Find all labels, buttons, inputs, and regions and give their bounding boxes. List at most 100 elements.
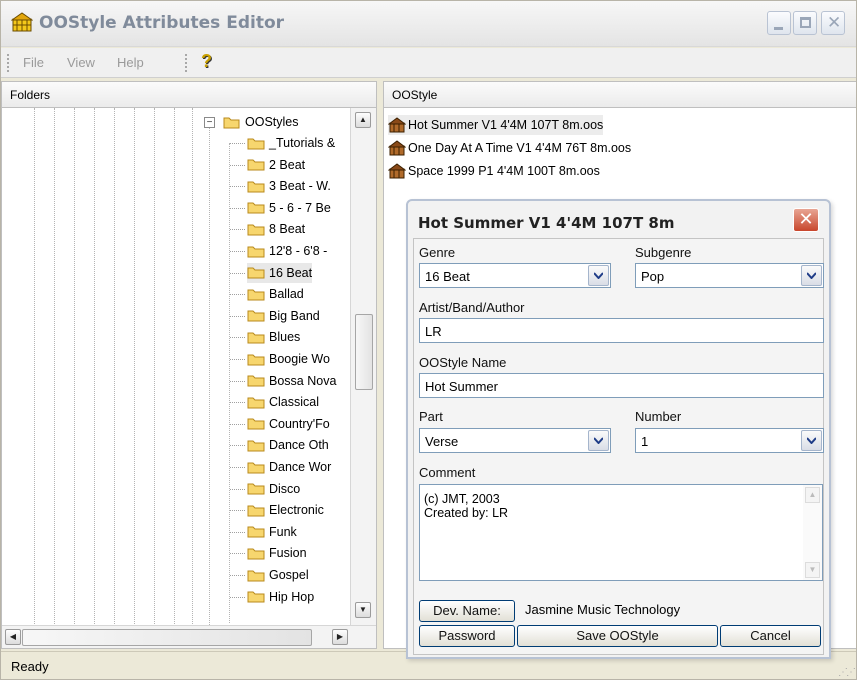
subgenre-select[interactable]: Pop <box>635 263 824 288</box>
tree-item[interactable]: Country'Fo <box>230 414 330 434</box>
maximize-button[interactable] <box>793 11 817 35</box>
chevron-down-icon[interactable] <box>801 430 822 451</box>
scroll-down-icon[interactable]: ▼ <box>805 562 820 578</box>
tree-connector <box>230 272 245 274</box>
tree-item[interactable]: Hip Hop <box>230 587 314 607</box>
genre-select[interactable]: 16 Beat <box>419 263 611 288</box>
menu-view[interactable]: View <box>67 55 95 70</box>
number-label: Number <box>635 409 682 424</box>
tree-item[interactable]: Fusion <box>230 543 307 563</box>
tree-item[interactable]: Dance Oth <box>230 435 329 455</box>
artist-value: LR <box>425 324 442 339</box>
folder-icon <box>247 547 265 560</box>
tree-item[interactable]: 3 Beat - W. <box>230 176 331 196</box>
tree-item-label: Dance Oth <box>269 438 329 453</box>
scroll-left-icon[interactable]: ◀ <box>5 629 21 645</box>
file-row[interactable]: One Day At A Time V1 4'4M 76T 8m.oos <box>388 138 631 158</box>
tree-connector <box>230 359 245 360</box>
scroll-thumb[interactable] <box>355 314 373 390</box>
menu-help[interactable]: Help <box>117 55 144 70</box>
number-select[interactable]: 1 <box>635 428 824 453</box>
artist-field[interactable]: LR <box>419 318 824 343</box>
tree-item[interactable]: 12'8 - 6'8 - <box>230 241 327 261</box>
oostyle-name-field[interactable]: Hot Summer <box>419 373 824 398</box>
resize-grip-icon[interactable]: ⋰⋰ <box>838 667 856 678</box>
scroll-down-icon[interactable]: ▼ <box>355 602 371 618</box>
chevron-down-icon[interactable] <box>588 265 609 286</box>
oostyle-name-label: OOStyle Name <box>419 355 507 370</box>
folder-icon <box>247 180 265 193</box>
folders-header[interactable]: Folders <box>1 81 377 108</box>
tree-item[interactable]: _Tutorials & <box>230 133 335 153</box>
tree-item[interactable]: Boogie Wo <box>230 349 330 369</box>
cancel-button[interactable]: Cancel <box>720 625 821 647</box>
tree-item[interactable]: 5 - 6 - 7 Be <box>230 198 331 218</box>
part-label: Part <box>419 409 443 424</box>
minimize-button[interactable] <box>767 11 791 35</box>
close-button[interactable]: ✕ <box>821 11 845 35</box>
tree-item[interactable]: Disco <box>230 479 300 499</box>
folders-vscrollbar[interactable]: ▲ ▼ <box>350 108 376 625</box>
hscroll-thumb[interactable] <box>22 629 312 646</box>
tree-item-root[interactable]: OOStyles <box>223 112 299 132</box>
tree-connector <box>230 337 245 339</box>
collapse-icon[interactable]: − <box>204 117 215 128</box>
tree-item[interactable]: Electronic <box>230 500 324 520</box>
chevron-down-icon[interactable] <box>801 265 822 286</box>
close-icon: ✕ <box>827 13 842 33</box>
folders-hscrollbar[interactable]: ◀ ▶ <box>2 625 376 648</box>
scroll-up-icon[interactable]: ▲ <box>805 487 820 503</box>
tree-connector <box>230 531 245 533</box>
comment-scrollbar[interactable]: ▲ ▼ <box>803 485 822 580</box>
dialog-close-button[interactable]: ✕ <box>793 208 819 232</box>
folders-pane: OOStyles − ▲ ▼ ◀ ▶ _Tutorials & 2 Beat 3 B… <box>1 108 377 649</box>
comment-textarea[interactable]: (c) JMT, 2003 Created by: LR ▲ ▼ <box>419 484 823 581</box>
folder-icon <box>247 309 265 322</box>
tree-item-label: Funk <box>269 524 297 539</box>
scroll-right-icon[interactable]: ▶ <box>332 629 348 645</box>
tree-item[interactable]: Gospel <box>230 565 309 585</box>
file-row[interactable]: Hot Summer V1 4'4M 107T 8m.oos <box>388 115 604 135</box>
toolbar-grip[interactable] <box>7 54 10 72</box>
help-question-icon[interactable]: ? <box>201 51 212 72</box>
tree-item[interactable]: Dance Wor <box>230 457 332 477</box>
oos-file-icon <box>388 163 406 179</box>
dev-name-button[interactable]: Dev. Name: <box>419 600 515 622</box>
folder-icon <box>247 417 265 430</box>
password-button[interactable]: Password <box>419 625 515 647</box>
tree-item[interactable]: 16 Beat <box>230 262 313 283</box>
scroll-up-icon[interactable]: ▲ <box>355 112 371 128</box>
folder-open-icon <box>223 116 241 129</box>
files-header[interactable]: OOStyle <box>383 81 856 108</box>
toolbar-grip[interactable] <box>185 54 188 72</box>
tree-item-label: Electronic <box>269 503 324 518</box>
tree-item[interactable]: Bossa Nova <box>230 371 337 391</box>
folder-icon <box>247 245 265 258</box>
folder-icon <box>247 461 265 474</box>
tree-item[interactable]: Classical <box>230 392 320 412</box>
tree-item[interactable]: Big Band <box>230 306 320 326</box>
file-row[interactable]: Space 1999 P1 4'4M 100T 8m.oos <box>388 161 600 181</box>
menu-file[interactable]: File <box>23 55 44 70</box>
tree-item-label: Bossa Nova <box>269 373 337 388</box>
tree-item[interactable]: 2 Beat <box>230 155 305 175</box>
chevron-down-icon[interactable] <box>588 430 609 451</box>
tree-item[interactable]: 8 Beat <box>230 219 305 239</box>
folder-icon <box>247 525 265 538</box>
tree-item-label: Boogie Wo <box>269 352 330 366</box>
part-select[interactable]: Verse <box>419 428 611 453</box>
tree-connector <box>230 510 245 512</box>
tree-connector <box>230 553 245 555</box>
folder-icon <box>247 288 265 301</box>
tree-item-label: Classical <box>269 395 320 410</box>
oostyle-name-value: Hot Summer <box>425 379 498 394</box>
dialog-title: Hot Summer V1 4'4M 107T 8m <box>418 214 675 232</box>
save-oostyle-button[interactable]: Save OOStyle <box>517 625 718 647</box>
tree-item[interactable]: Ballad <box>230 284 304 304</box>
tree-item-label: Dance Wor <box>269 460 332 474</box>
tree-connector <box>230 251 245 252</box>
tree-connector <box>230 186 245 188</box>
tree-connector <box>230 596 245 598</box>
tree-item[interactable]: Blues <box>230 327 300 347</box>
tree-item[interactable]: Funk <box>230 522 297 542</box>
